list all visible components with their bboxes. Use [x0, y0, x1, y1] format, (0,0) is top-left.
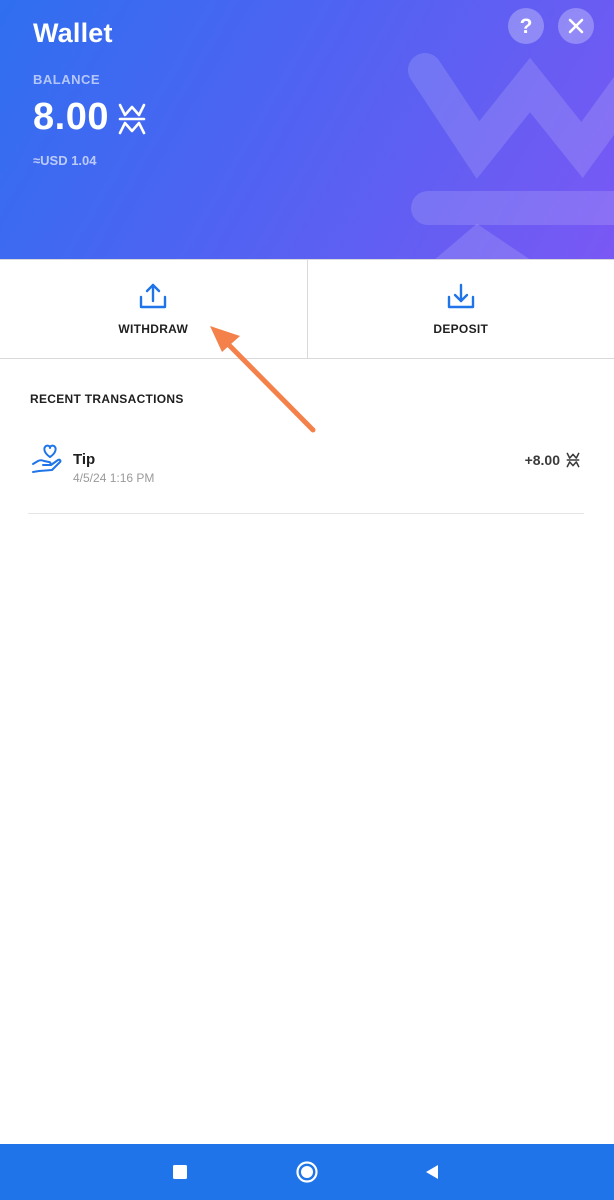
page-title: Wallet — [33, 18, 113, 48]
balance-label: BALANCE — [33, 72, 101, 87]
deposit-button[interactable]: DEPOSIT — [306, 260, 614, 358]
usd-equivalent: ≈USD 1.04 — [33, 153, 97, 168]
deposit-label: DEPOSIT — [433, 322, 489, 336]
wallet-header: Wallet ? BALANCE 8.00 ≈USD 1.04 — [0, 0, 614, 259]
heart-hand-icon — [32, 444, 62, 473]
wm-coin-icon — [118, 103, 146, 134]
transaction-date: 4/5/24 1:16 PM — [73, 471, 155, 485]
back-button[interactable] — [418, 1158, 446, 1186]
balance-row: 8.00 — [33, 96, 146, 139]
withdraw-label: WITHDRAW — [118, 322, 189, 336]
close-icon — [568, 18, 584, 34]
close-button[interactable] — [558, 8, 594, 44]
transaction-amount-group: +8.00 — [525, 451, 580, 469]
wm-coin-icon — [566, 452, 580, 468]
home-circle-icon — [296, 1161, 318, 1183]
recents-button[interactable] — [166, 1158, 194, 1186]
help-button[interactable]: ? — [508, 8, 544, 44]
wallet-screen: Wallet ? BALANCE 8.00 ≈USD 1.04 WITHDRAW… — [0, 0, 614, 1200]
transaction-amount: +8.00 — [524, 452, 560, 468]
upload-tray-icon — [140, 283, 167, 309]
transaction-row[interactable]: Tip 4/5/24 1:16 PM +8.00 — [28, 440, 584, 514]
download-tray-icon — [447, 283, 474, 309]
square-icon — [173, 1165, 187, 1179]
withdraw-button[interactable]: WITHDRAW — [0, 260, 307, 358]
question-mark-icon: ? — [519, 14, 533, 38]
back-triangle-icon — [426, 1165, 438, 1179]
wallet-actions: WITHDRAW DEPOSIT — [0, 259, 614, 359]
system-navigation-bar — [0, 1144, 614, 1200]
home-button[interactable] — [293, 1158, 321, 1186]
balance-amount: 8.00 — [33, 96, 109, 138]
transaction-name: Tip — [73, 451, 96, 468]
recent-transactions-title: RECENT TRANSACTIONS — [30, 392, 184, 406]
